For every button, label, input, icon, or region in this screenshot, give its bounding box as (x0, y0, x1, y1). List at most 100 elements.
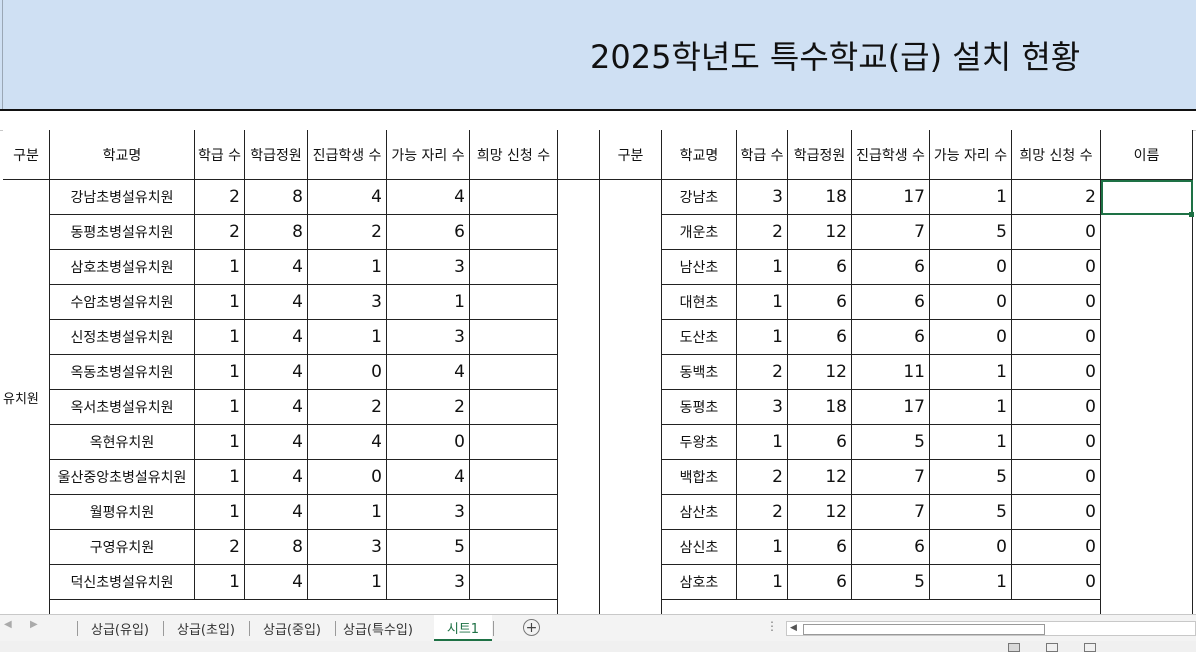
value-cell[interactable]: 4 (245, 285, 308, 320)
school-name-cell[interactable]: 월평유치원 (50, 495, 195, 530)
value-cell[interactable]: 0 (1012, 250, 1101, 285)
value-cell[interactable]: 2 (195, 180, 245, 215)
value-cell[interactable]: 3 (308, 285, 387, 320)
horizontal-scrollbar[interactable]: ◀ (786, 621, 1196, 636)
value-cell[interactable] (470, 215, 558, 250)
value-cell[interactable]: 0 (1012, 425, 1101, 460)
value-cell[interactable]: 3 (308, 530, 387, 565)
right-header-cell[interactable]: 진급학생 수 (852, 130, 930, 180)
value-cell[interactable]: 0 (387, 425, 470, 460)
value-cell[interactable]: 17 (852, 180, 930, 215)
value-cell[interactable]: 2 (737, 460, 788, 495)
value-cell[interactable]: 18 (788, 390, 852, 425)
spacer-column[interactable] (558, 180, 600, 616)
value-cell[interactable]: 3 (387, 320, 470, 355)
value-cell[interactable]: 0 (1012, 355, 1101, 390)
value-cell[interactable]: 0 (930, 530, 1012, 565)
value-cell[interactable]: 1 (737, 425, 788, 460)
value-cell[interactable]: 4 (245, 320, 308, 355)
value-cell[interactable] (470, 495, 558, 530)
value-cell[interactable]: 8 (245, 215, 308, 250)
school-name-cell[interactable]: 대현초 (662, 285, 737, 320)
value-cell[interactable]: 12 (788, 460, 852, 495)
value-cell[interactable]: 6 (852, 250, 930, 285)
page-break-icon[interactable] (1084, 643, 1096, 652)
value-cell[interactable]: 5 (930, 495, 1012, 530)
value-cell[interactable]: 0 (1012, 460, 1101, 495)
value-cell[interactable]: 17 (852, 390, 930, 425)
school-name-cell[interactable]: 강남초병설유치원 (50, 180, 195, 215)
value-cell[interactable]: 5 (387, 530, 470, 565)
right-header-cell[interactable]: 구분 (600, 130, 662, 180)
school-name-cell[interactable]: 삼호초병설유치원 (50, 250, 195, 285)
value-cell[interactable]: 7 (852, 460, 930, 495)
scrollbar-thumb[interactable] (803, 624, 1045, 635)
school-name-cell[interactable]: 남산초 (662, 250, 737, 285)
school-name-cell[interactable]: 구영유치원 (50, 530, 195, 565)
value-cell[interactable]: 8 (245, 180, 308, 215)
right-header-cell[interactable]: 이름 (1101, 130, 1193, 180)
value-cell[interactable]: 8 (245, 530, 308, 565)
value-cell[interactable]: 4 (245, 460, 308, 495)
value-cell[interactable]: 2 (308, 390, 387, 425)
value-cell[interactable]: 1 (195, 495, 245, 530)
value-cell[interactable]: 6 (387, 215, 470, 250)
tab-sangup-kindergarten[interactable]: 상급(유입) (77, 615, 163, 641)
value-cell[interactable]: 2 (195, 215, 245, 250)
value-cell[interactable]: 1 (737, 320, 788, 355)
value-cell[interactable]: 1 (930, 355, 1012, 390)
school-name-cell[interactable]: 삼호초 (662, 565, 737, 600)
left-header-cell[interactable]: 학급정원 (245, 130, 308, 180)
value-cell[interactable] (470, 250, 558, 285)
value-cell[interactable]: 7 (852, 215, 930, 250)
value-cell[interactable]: 4 (245, 250, 308, 285)
right-header-cell[interactable]: 가능 자리 수 (930, 130, 1012, 180)
tab-sheet1[interactable]: 시트1 (434, 615, 492, 641)
page-title[interactable]: 2025학년도 특수학교(급) 설치 현황 (590, 32, 1080, 78)
school-name-cell[interactable]: 옥서초병설유치원 (50, 390, 195, 425)
value-cell[interactable] (470, 285, 558, 320)
value-cell[interactable]: 5 (930, 215, 1012, 250)
value-cell[interactable]: 1 (930, 425, 1012, 460)
value-cell[interactable]: 4 (308, 180, 387, 215)
value-cell[interactable] (470, 460, 558, 495)
value-cell[interactable]: 6 (852, 530, 930, 565)
value-cell[interactable]: 3 (737, 390, 788, 425)
value-cell[interactable]: 2 (387, 390, 470, 425)
value-cell[interactable]: 1 (195, 460, 245, 495)
value-cell[interactable]: 0 (930, 285, 1012, 320)
value-cell[interactable]: 0 (1012, 495, 1101, 530)
value-cell[interactable]: 12 (788, 495, 852, 530)
spacer-header-cell[interactable] (558, 130, 600, 180)
value-cell[interactable]: 4 (387, 180, 470, 215)
value-cell[interactable]: 1 (737, 530, 788, 565)
value-cell[interactable]: 4 (387, 355, 470, 390)
value-cell[interactable]: 5 (852, 425, 930, 460)
tab-sangup-elementary[interactable]: 상급(초입) (163, 615, 249, 641)
school-name-cell[interactable]: 개운초 (662, 215, 737, 250)
school-name-cell[interactable]: 동평초 (662, 390, 737, 425)
value-cell[interactable]: 11 (852, 355, 930, 390)
value-cell[interactable]: 0 (1012, 320, 1101, 355)
fill-handle[interactable] (1189, 212, 1194, 217)
school-name-cell[interactable]: 신정초병설유치원 (50, 320, 195, 355)
value-cell[interactable]: 1 (737, 565, 788, 600)
value-cell[interactable]: 1 (930, 390, 1012, 425)
value-cell[interactable]: 1 (387, 285, 470, 320)
value-cell[interactable] (470, 355, 558, 390)
left-header-cell[interactable]: 학교명 (50, 130, 195, 180)
value-cell[interactable]: 6 (852, 285, 930, 320)
value-cell[interactable]: 4 (308, 425, 387, 460)
value-cell[interactable]: 2 (737, 215, 788, 250)
school-name-cell[interactable]: 두왕초 (662, 425, 737, 460)
value-cell[interactable]: 4 (245, 425, 308, 460)
school-name-cell[interactable]: 삼신초 (662, 530, 737, 565)
value-cell[interactable]: 1 (195, 355, 245, 390)
value-cell[interactable]: 0 (1012, 285, 1101, 320)
right-header-cell[interactable]: 학급정원 (788, 130, 852, 180)
value-cell[interactable]: 6 (788, 250, 852, 285)
chevron-right-icon[interactable]: ▶ (30, 619, 38, 630)
value-cell[interactable]: 6 (788, 530, 852, 565)
value-cell[interactable] (470, 425, 558, 460)
value-cell[interactable]: 1 (195, 320, 245, 355)
